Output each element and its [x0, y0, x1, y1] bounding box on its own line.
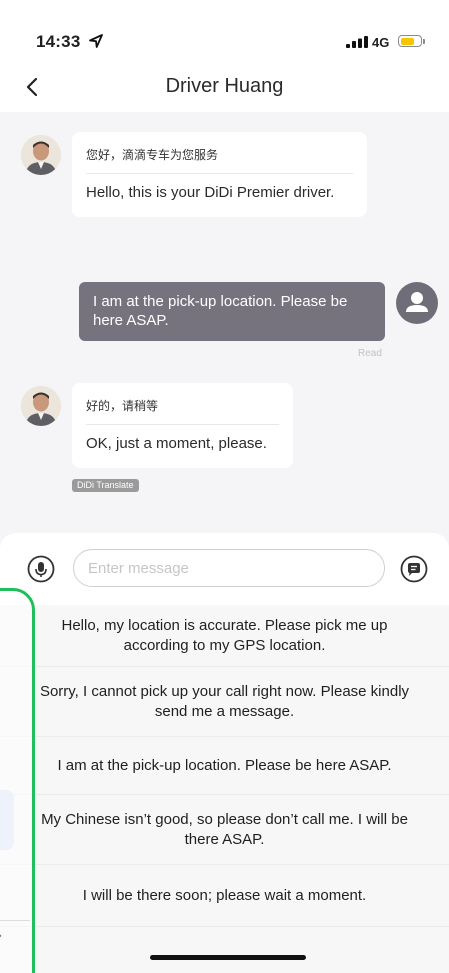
chat-screen: 14:33 4G Driver Huang 您好，滴滴专车为您服务 Hello,…	[0, 0, 449, 973]
overlay-panel-edge	[0, 588, 35, 973]
driver-message-bubble: 好的，请稍等 OK, just a moment, please.	[72, 383, 293, 468]
message-translated-text: OK, just a moment, please.	[86, 435, 267, 452]
user-person-icon	[406, 292, 428, 312]
quick-phrase-icon[interactable]	[400, 555, 428, 583]
driver-avatar[interactable]	[21, 386, 61, 426]
driver-avatar[interactable]	[21, 135, 61, 175]
message-input[interactable]	[73, 549, 385, 587]
page-title: Driver Huang	[165, 75, 284, 97]
quick-phrase-item[interactable]: Sorry, I cannot pick up your call right …	[0, 667, 449, 737]
user-message-bubble: I am at the pick-up location. Please be …	[79, 282, 385, 341]
battery-tip	[423, 39, 425, 44]
user-avatar	[396, 282, 438, 324]
message-original-text: 好的，请稍等	[86, 383, 279, 425]
driver-message-bubble: 您好，滴滴专车为您服务 Hello, this is your DiDi Pre…	[72, 132, 367, 217]
battery-icon	[398, 35, 422, 47]
translate-tag: DiDi Translate	[72, 479, 139, 492]
input-bar	[0, 533, 449, 605]
message-original-text: 您好，滴滴专车为您服务	[86, 132, 353, 174]
driver-photo-icon	[21, 386, 61, 426]
signal-icon	[346, 36, 368, 48]
location-arrow-icon	[89, 34, 103, 48]
overlay-divider	[0, 920, 30, 921]
status-time: 14:33	[36, 32, 81, 51]
chevron-right-icon: ›	[0, 930, 2, 942]
quick-phrase-item[interactable]: My Chinese isn’t good, so please don’t c…	[0, 795, 449, 865]
home-indicator[interactable]	[150, 955, 306, 960]
status-bar: 14:33 4G	[0, 0, 449, 60]
microphone-icon[interactable]	[27, 555, 55, 583]
overlay-highlight	[0, 790, 14, 850]
driver-photo-icon	[21, 135, 61, 175]
quick-phrase-item[interactable]: I will be there soon; please wait a mome…	[0, 865, 449, 927]
message-translated-text: Hello, this is your DiDi Premier driver.	[86, 184, 335, 201]
quick-phrase-list: Hello, my location is accurate. Please p…	[0, 605, 449, 973]
quick-phrase-item[interactable]: Hello, my location is accurate. Please p…	[0, 605, 449, 667]
quick-phrase-item[interactable]: I am at the pick-up location. Please be …	[0, 737, 449, 795]
nav-bar: Driver Huang	[0, 60, 449, 112]
network-label: 4G	[372, 35, 390, 50]
read-status: Read	[358, 348, 382, 359]
